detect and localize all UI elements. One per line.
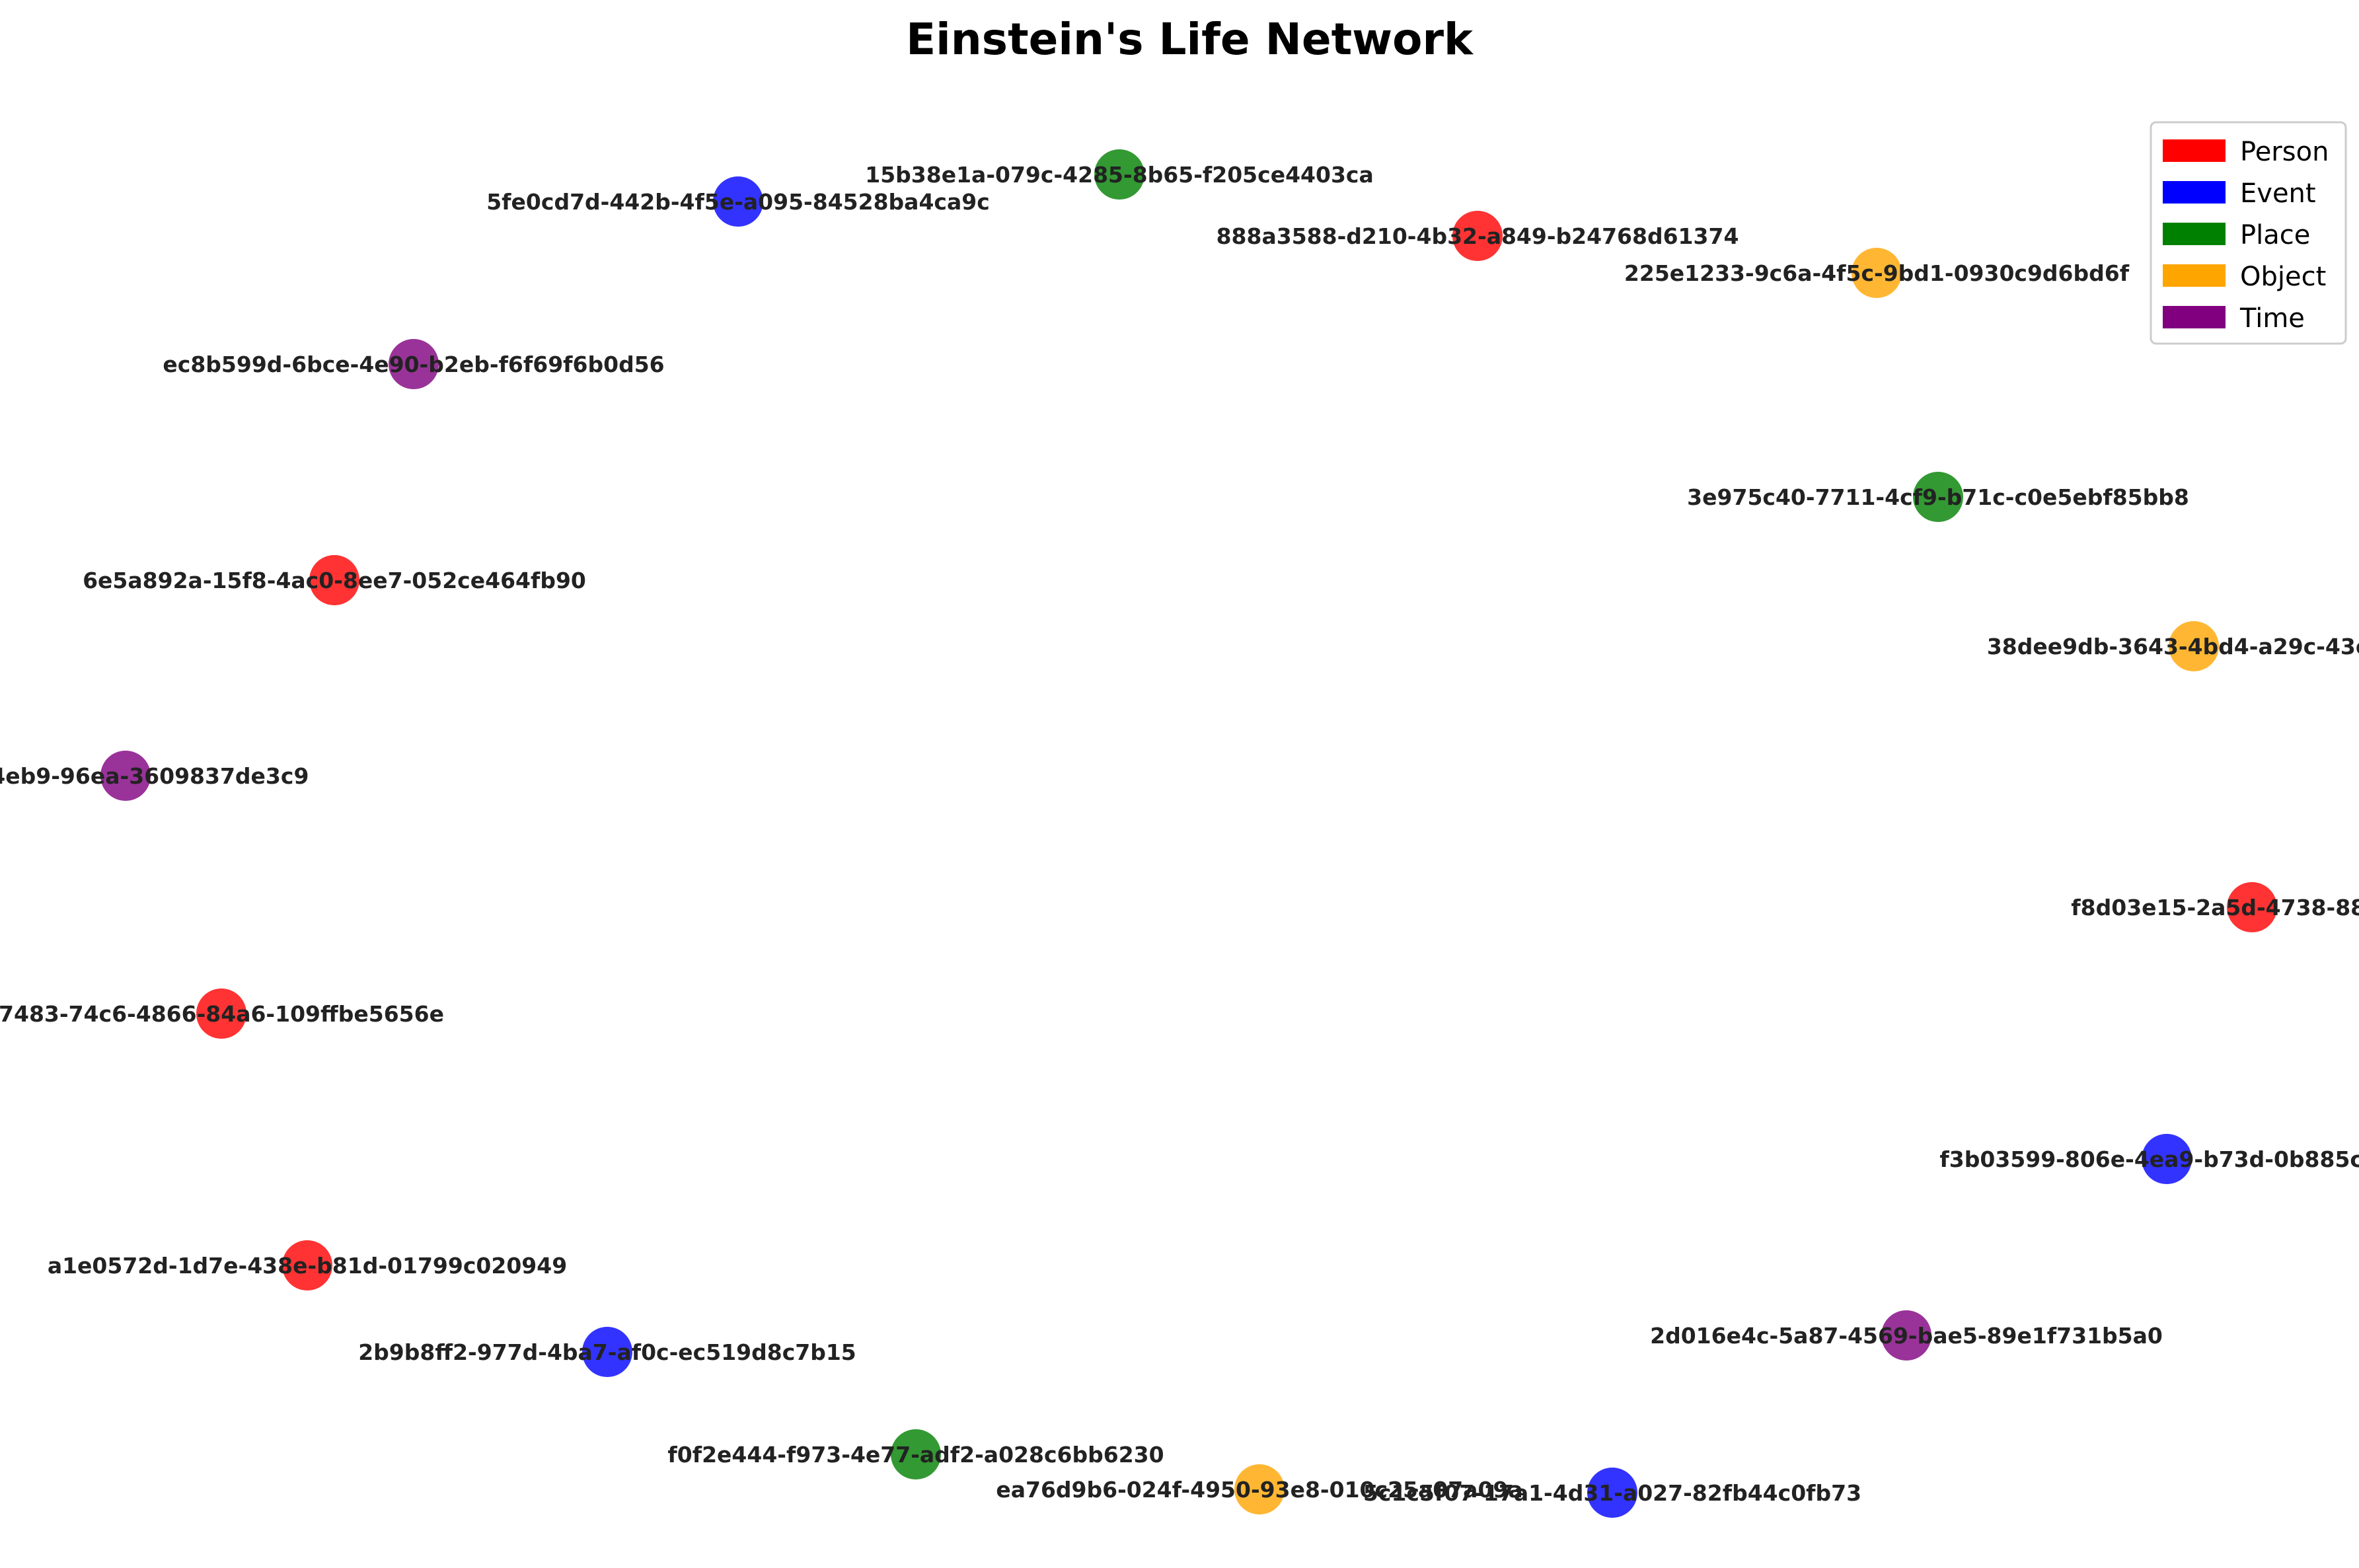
node-object: 225e1233-9c6a-4f5c-9bd1-0930c9d6bd6f	[1624, 248, 2130, 298]
node-label: f3b03599-806e-4ea9-b73d-0b885cd5	[1939, 1146, 2359, 1172]
legend-label-time: Time	[2239, 303, 2305, 334]
legend-label-event: Event	[2240, 178, 2316, 209]
node-label: 225e1233-9c6a-4f5c-9bd1-0930c9d6bd6f	[1624, 260, 2130, 286]
node-label: f0f2e444-f973-4e77-adf2-a028c6bb6230	[667, 1442, 1164, 1468]
legend-swatch-event	[2163, 181, 2226, 204]
legend-label-place: Place	[2240, 220, 2310, 250]
node-label: 15b38e1a-079c-4285-8b65-f205ce4403ca	[865, 162, 1374, 188]
node-label: a1f-4eb9-96ea-3609837de3c9	[0, 763, 309, 789]
node-time: a1f-4eb9-96ea-3609837de3c9	[0, 751, 309, 801]
nodes-layer: 15b38e1a-079c-4285-8b65-f205ce4403ca5fe0…	[0, 149, 2359, 1518]
node-time: 2d016e4c-5a87-4569-bae5-89e1f731b5a0	[1650, 1310, 2163, 1361]
legend-swatch-place	[2163, 223, 2226, 245]
node-place: 3e975c40-7711-4cf9-b71c-c0e5ebf85bb8	[1687, 472, 2189, 522]
node-person: 7483-74c6-4866-84a6-109ffbe5656e	[0, 989, 444, 1039]
node-label: 2b9b8ff2-977d-4ba7-af0c-ec519d8c7b15	[358, 1339, 856, 1365]
chart-title: Einstein's Life Network	[906, 14, 1474, 65]
node-label: 2d016e4c-5a87-4569-bae5-89e1f731b5a0	[1650, 1323, 2163, 1349]
node-label: 888a3588-d210-4b32-a849-b24768d61374	[1217, 223, 1739, 249]
node-person: 6e5a892a-15f8-4ac0-8ee7-052ce464fb90	[83, 555, 586, 605]
node-person: 888a3588-d210-4b32-a849-b24768d61374	[1217, 211, 1739, 261]
node-event: 5c1c5f07-17a1-4d31-a027-82fb44c0fb73	[1363, 1468, 1861, 1518]
node-label: a1e0572d-1d7e-438e-b81d-01799c020949	[48, 1253, 567, 1279]
node-label: 38dee9db-3643-4bd4-a29c-43e41	[1987, 634, 2359, 659]
node-label: ec8b599d-6bce-4e90-b2eb-f6f69f6b0d56	[163, 352, 664, 377]
node-event: f3b03599-806e-4ea9-b73d-0b885cd5	[1939, 1134, 2359, 1184]
network-svg: Einstein's Life Network 15b38e1a-079c-42…	[0, 14, 2359, 1518]
node-label: 5c1c5f07-17a1-4d31-a027-82fb44c0fb73	[1363, 1480, 1861, 1506]
legend-label-person: Person	[2240, 137, 2329, 167]
legend-label-object: Object	[2240, 262, 2326, 292]
node-object: 38dee9db-3643-4bd4-a29c-43e41	[1987, 621, 2359, 671]
node-person: a1e0572d-1d7e-438e-b81d-01799c020949	[48, 1240, 567, 1290]
network-diagram: Einstein's Life Network 15b38e1a-079c-42…	[0, 0, 2359, 1568]
legend-swatch-object	[2163, 264, 2226, 287]
legend-swatch-person	[2163, 139, 2226, 162]
node-label: 6e5a892a-15f8-4ac0-8ee7-052ce464fb90	[83, 568, 586, 593]
node-time: ec8b599d-6bce-4e90-b2eb-f6f69f6b0d56	[163, 339, 665, 389]
node-person: f8d03e15-2a5d-4738-883e-c0	[2071, 882, 2359, 932]
legend-swatch-time	[2163, 306, 2226, 328]
node-place: f0f2e444-f973-4e77-adf2-a028c6bb6230	[667, 1429, 1164, 1479]
node-event: 2b9b8ff2-977d-4ba7-af0c-ec519d8c7b15	[358, 1327, 856, 1377]
node-label: f8d03e15-2a5d-4738-883e-c0	[2071, 895, 2359, 920]
node-label: 3e975c40-7711-4cf9-b71c-c0e5ebf85bb8	[1687, 484, 2189, 510]
node-label: 7483-74c6-4866-84a6-109ffbe5656e	[0, 1001, 444, 1027]
node-label: 5fe0cd7d-442b-4f5e-a095-84528ba4ca9c	[486, 189, 990, 215]
legend: Person Event Place Object Time	[2150, 121, 2347, 345]
